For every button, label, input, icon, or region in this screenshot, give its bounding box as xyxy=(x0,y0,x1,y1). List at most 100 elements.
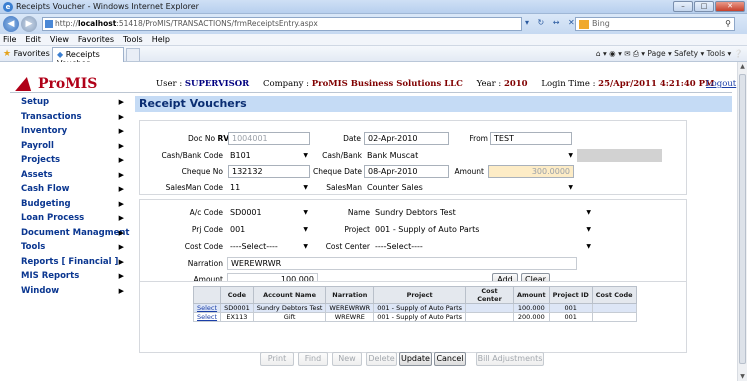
bing-icon xyxy=(579,20,589,29)
menu-file[interactable]: File xyxy=(3,34,16,45)
salesman-label: SalesMan xyxy=(326,183,362,192)
column-header xyxy=(192,286,222,304)
favorites-button[interactable]: ★ Favorites xyxy=(3,49,50,59)
bill-adjustments-button[interactable]: Bill Adjustments xyxy=(476,352,544,366)
narration-field[interactable]: WEREWRWR xyxy=(227,257,577,270)
cheque-date-field[interactable]: 08-Apr-2010 xyxy=(364,165,449,178)
login-time: 25/Apr/2011 4:21:40 PM xyxy=(598,79,715,89)
new-button[interactable]: New xyxy=(332,352,362,366)
star-icon: ★ xyxy=(3,49,12,59)
header-amount-field[interactable]: 300.0000 xyxy=(488,165,574,178)
sidebar-item-reports-financial[interactable]: Reports [ Financial ] ▶ xyxy=(16,255,130,270)
address-controls[interactable]: ▾ ↻ ↔ ✕ xyxy=(525,18,578,27)
sidebar-item-transactions[interactable]: Transactions ▶ xyxy=(16,110,130,125)
sidebar-item-payroll[interactable]: Payroll ▶ xyxy=(16,139,130,154)
scroll-up-icon[interactable]: ▲ xyxy=(738,63,747,70)
tab-receipts-voucher[interactable]: ◆ Receipts Voucher xyxy=(52,47,124,68)
scroll-down-icon[interactable]: ▼ xyxy=(738,373,747,380)
cash-bank-code-select[interactable]: B101 ▼ xyxy=(228,149,310,162)
arrow-right-icon: ▶ xyxy=(118,185,124,193)
select-link[interactable]: Select xyxy=(192,312,222,322)
column-header: Cost Code xyxy=(591,286,637,304)
search-icon[interactable]: ⚲ xyxy=(725,18,731,30)
header-divider xyxy=(10,92,732,93)
vertical-scrollbar[interactable]: ▲ ▼ xyxy=(737,62,747,381)
sidebar-item-tools[interactable]: Tools ▶ xyxy=(16,240,130,255)
scroll-thumb[interactable] xyxy=(739,74,746,364)
menu-help[interactable]: Help xyxy=(152,34,170,45)
table-cell: Gift xyxy=(252,312,327,322)
sidebar-item-cash-flow[interactable]: Cash Flow ▶ xyxy=(16,182,130,197)
salesman-code-label: SalesMan Code xyxy=(165,183,223,192)
date-field[interactable]: 02-Apr-2010 xyxy=(364,132,449,145)
promis-logo: ProMIS xyxy=(15,76,97,92)
cheque-no-label: Cheque No xyxy=(181,167,223,176)
arrow-right-icon: ▶ xyxy=(118,199,124,208)
address-bar[interactable]: http://localhost:51418/ProMIS/TRANSACTIO… xyxy=(42,17,522,31)
sidebar-item-assets[interactable]: Assets ▶ xyxy=(16,168,130,183)
sidebar-item-inventory[interactable]: Inventory ▶ xyxy=(16,124,130,139)
doc-no-label: Doc No RVM xyxy=(188,134,237,143)
salesman-select[interactable]: Counter Sales ▼ xyxy=(365,181,575,194)
chevron-down-icon: ▼ xyxy=(586,226,591,233)
command-bar[interactable]: ⌂ ▾ ◉ ▾ ✉ ⎙ ▾ Page ▾ Safety ▾ Tools ▾ ❔ xyxy=(596,49,743,59)
table-cell: 001 xyxy=(548,312,593,322)
sidebar-item-document-management[interactable]: Document Managment ▶ xyxy=(16,226,130,241)
sidebar-item-loan-process[interactable]: Loan Process ▶ xyxy=(16,211,130,226)
table-cell: WREWRE xyxy=(325,312,375,322)
find-button[interactable]: Find xyxy=(298,352,328,366)
sidebar-item-projects[interactable]: Projects ▶ xyxy=(16,153,130,168)
fiscal-year: 2010 xyxy=(503,79,528,89)
prj-code-select[interactable]: 001 ▼ xyxy=(228,223,310,236)
header-amount-label: Amount xyxy=(454,167,484,176)
voucher-lines-table: Code Account Name Narration Project Cost… xyxy=(192,286,637,322)
page-icon xyxy=(45,20,53,28)
select-link[interactable]: Select xyxy=(192,303,222,313)
maximize-button[interactable]: □ xyxy=(694,1,714,12)
minimize-button[interactable]: – xyxy=(673,1,693,12)
cash-bank-select[interactable]: Bank Muscat ▼ xyxy=(365,149,575,162)
column-header: Amount xyxy=(513,286,550,304)
update-button[interactable]: Update xyxy=(399,352,432,366)
new-tab-button[interactable] xyxy=(126,48,140,61)
sidebar-menu: Setup ▶ Transactions ▶ Inventory ▶ Payroll ▶… xyxy=(16,95,130,298)
column-header: Code xyxy=(220,286,254,304)
table-cell xyxy=(591,303,637,313)
cost-center-select[interactable]: ----Select---- ▼ xyxy=(373,240,593,253)
arrow-right-icon: ▶ xyxy=(118,243,124,251)
project-select[interactable]: 001 - Supply of Auto Parts ▼ xyxy=(373,223,593,236)
cheque-no-field[interactable]: 132132 xyxy=(228,165,310,178)
search-input[interactable]: Bing ⚲ xyxy=(575,17,735,31)
back-button[interactable]: ◀ xyxy=(3,16,19,32)
menu-tools[interactable]: Tools xyxy=(123,34,143,45)
ie-icon: e xyxy=(3,2,13,12)
cost-code-select[interactable]: ----Select---- ▼ xyxy=(228,240,310,253)
table-cell xyxy=(465,303,515,313)
sidebar-item-budgeting[interactable]: Budgeting ▶ xyxy=(16,197,130,212)
salesman-code-select[interactable]: 11 ▼ xyxy=(228,181,310,194)
menu-view[interactable]: View xyxy=(50,34,69,45)
menu-edit[interactable]: Edit xyxy=(25,34,41,45)
sidebar-item-window[interactable]: Window ▶ xyxy=(16,284,130,299)
arrow-right-icon: ▶ xyxy=(118,257,124,266)
table-cell: EX113 xyxy=(220,312,254,322)
from-field[interactable]: TEST xyxy=(490,132,572,145)
ac-code-select[interactable]: SD0001 ▼ xyxy=(228,206,310,219)
close-window-button[interactable]: ✕ xyxy=(715,1,745,12)
voucher-line-panel: A/c Code SD0001 ▼ Name Sundry Debtors Tes… xyxy=(139,199,687,287)
account-name-select[interactable]: Sundry Debtors Test ▼ xyxy=(373,206,593,219)
logo-mark xyxy=(15,77,35,91)
page-title: Receipt Vouchers xyxy=(135,96,732,112)
cancel-button[interactable]: Cancel xyxy=(434,352,466,366)
menu-favorites[interactable]: Favorites xyxy=(78,34,114,45)
sidebar-item-setup[interactable]: Setup ▶ xyxy=(16,95,130,110)
print-button[interactable]: Print xyxy=(260,352,294,366)
table-cell: WEREWRWR xyxy=(325,303,375,313)
forward-button[interactable]: ▶ xyxy=(21,16,37,32)
logout-link[interactable]: Logout xyxy=(706,79,736,89)
table-header-row: Code Account Name Narration Project Cost… xyxy=(192,286,637,304)
delete-button[interactable]: Delete xyxy=(366,352,397,366)
sidebar-item-mis-reports[interactable]: MIS Reports ▶ xyxy=(16,269,130,284)
user-name: SUPERVISOR xyxy=(184,79,250,89)
doc-no-field[interactable]: 1004001 xyxy=(228,132,310,145)
